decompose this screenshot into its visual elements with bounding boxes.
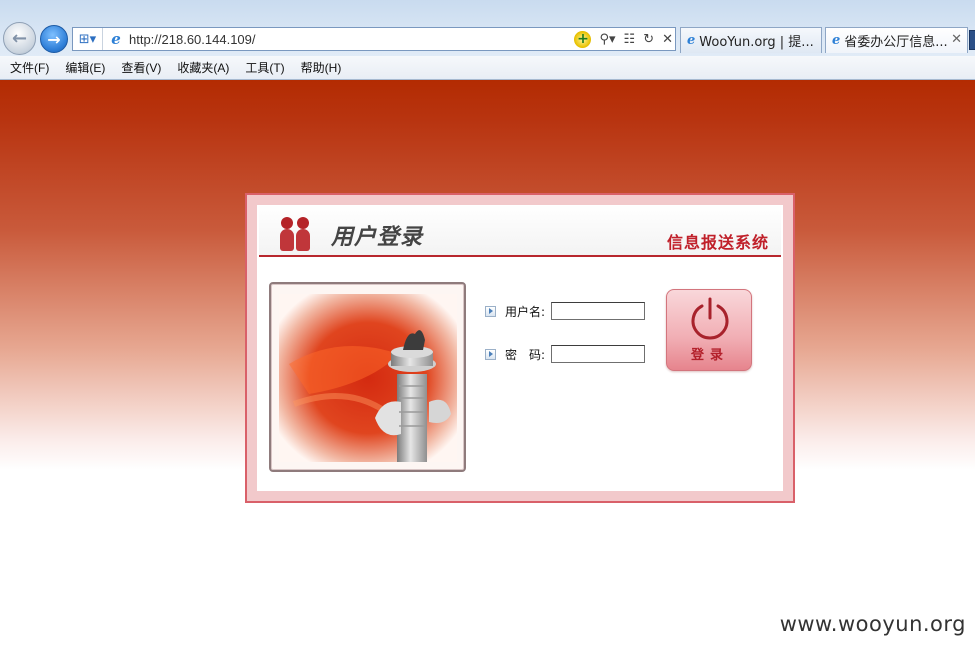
tab-active[interactable]: e 省委办公厅信息... ✕ [825,27,968,53]
username-label: 用户名: [505,304,546,319]
tab-label: 省委办公厅信息... [844,35,948,50]
password-row: 密 码: [485,345,645,363]
users-icon [279,217,313,253]
arrow-bullet-icon [485,305,496,317]
menu-tools[interactable]: 工具(T) [245,59,284,76]
forward-arrow-icon: → [47,29,61,49]
stop-icon[interactable]: ✕ [662,32,673,47]
menu-favorites[interactable]: 收藏夹(A) [177,59,229,76]
power-icon [691,297,729,340]
page-background: 用户登录 信息报送系统 用户名: 密 码: 登录 www.wooyun.org [0,80,975,650]
compat-shield-icon[interactable]: ⊞▾ [73,28,103,50]
username-row: 用户名: [485,302,645,320]
arrow-bullet-icon [485,348,496,360]
login-panel-frame: 用户登录 信息报送系统 用户名: 密 码: 登录 [245,193,795,503]
compat-view-icon[interactable]: ☷ [624,32,636,47]
login-button[interactable]: 登录 [666,289,752,371]
address-bar[interactable]: ⊞▾ e http://218.60.144.109/ + ⚲▾ ☷ ↻ ✕ [72,27,676,51]
login-button-label: 登录 [690,348,729,363]
tab-label: WooYun.org | 提... [699,35,814,50]
search-icon[interactable]: ⚲▾ [599,32,615,47]
address-tools: + ⚲▾ ☷ ↻ ✕ [574,28,673,50]
menu-bar: 文件(F) 编辑(E) 查看(V) 收藏夹(A) 工具(T) 帮助(H) [0,56,975,78]
menu-help[interactable]: 帮助(H) [301,59,342,76]
password-label: 密 码: [505,347,546,362]
login-panel: 用户登录 信息报送系统 用户名: 密 码: 登录 [257,205,783,491]
login-header: 用户登录 信息报送系统 [259,205,781,257]
ie-tab-icon: e [687,33,696,48]
menu-view[interactable]: 查看(V) [121,59,161,76]
new-tab-button[interactable] [969,30,975,50]
forward-button[interactable]: → [40,25,68,53]
back-button[interactable]: ← [3,22,36,55]
ie-tab-icon: e [832,33,841,48]
close-tab-icon[interactable]: ✕ [951,32,962,47]
login-title: 用户登录 [331,225,424,250]
add-favorite-icon[interactable]: + [574,30,592,48]
tab-wooyun[interactable]: e WooYun.org | 提... [680,27,822,53]
password-input[interactable] [551,345,645,363]
huabiao-photo [279,294,457,462]
photo-frame [269,282,466,472]
watermark: www.wooyun.org [779,612,966,636]
refresh-icon[interactable]: ↻ [643,32,654,47]
menu-file[interactable]: 文件(F) [10,59,49,76]
system-name: 信息报送系统 [666,233,769,252]
username-input[interactable] [551,302,645,320]
menu-edit[interactable]: 编辑(E) [65,59,105,76]
browser-chrome: ← → ⊞▾ e http://218.60.144.109/ + ⚲▾ ☷ ↻… [0,0,975,80]
ie-page-icon: e [111,30,121,48]
address-url[interactable]: http://218.60.144.109/ [129,32,519,47]
back-arrow-icon: ← [11,28,28,49]
